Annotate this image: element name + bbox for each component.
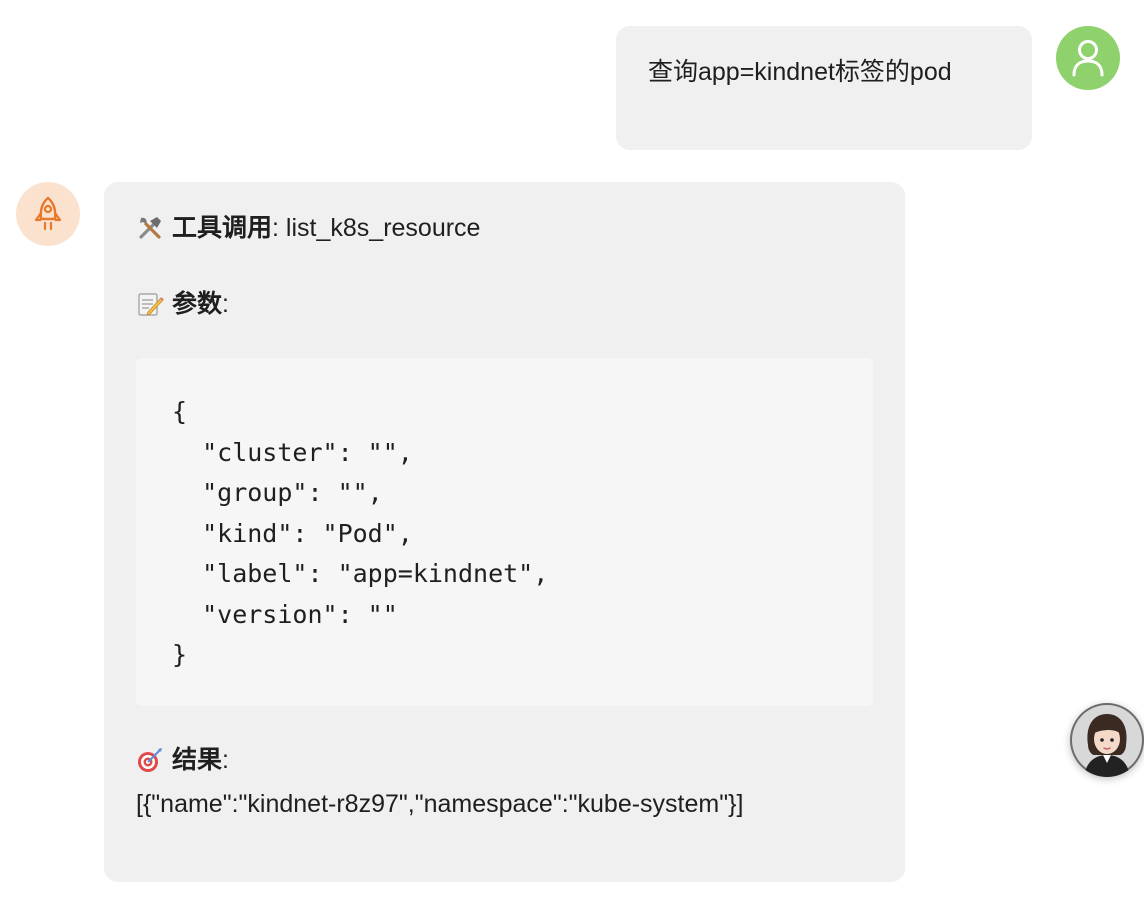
tool-call-name: list_k8s_resource <box>285 214 481 242</box>
result-line: 结果: <box>136 743 229 777</box>
result-label: 结果 <box>172 746 223 774</box>
result-separator: : <box>222 746 229 774</box>
params-code: { "cluster": "", "group": "", "kind": "P… <box>172 397 549 669</box>
user-message-bubble: 查询app=kindnet标签的pod <box>616 26 1032 150</box>
assistant-avatar-icon <box>1072 705 1142 777</box>
user-icon <box>1072 40 1104 77</box>
target-icon <box>138 748 162 772</box>
bot-avatar[interactable] <box>16 182 80 246</box>
user-message-text: 查询app=kindnet标签的pod <box>648 58 952 86</box>
tool-call-separator: : <box>272 214 279 242</box>
chat-page: 查询app=kindnet标签的pod 工具调用: list_k8s_resou… <box>0 0 1144 906</box>
params-line: 参数: <box>136 287 229 321</box>
params-label: 参数 <box>172 290 223 318</box>
tool-call-label: 工具调用 <box>172 214 273 242</box>
floating-assistant-button[interactable] <box>1070 703 1144 777</box>
assistant-message-bubble: 工具调用: list_k8s_resource 参数: { "cluster":… <box>104 182 905 882</box>
result-value: [{"name":"kindnet-r8z97","namespace":"ku… <box>136 790 744 818</box>
rocket-icon <box>34 196 62 231</box>
params-separator: : <box>222 290 229 318</box>
memo-icon <box>138 293 164 316</box>
user-avatar[interactable] <box>1056 26 1120 90</box>
tools-icon <box>139 217 161 239</box>
tool-call-line: 工具调用: list_k8s_resource <box>136 211 480 245</box>
params-code-block: { "cluster": "", "group": "", "kind": "P… <box>136 358 873 706</box>
